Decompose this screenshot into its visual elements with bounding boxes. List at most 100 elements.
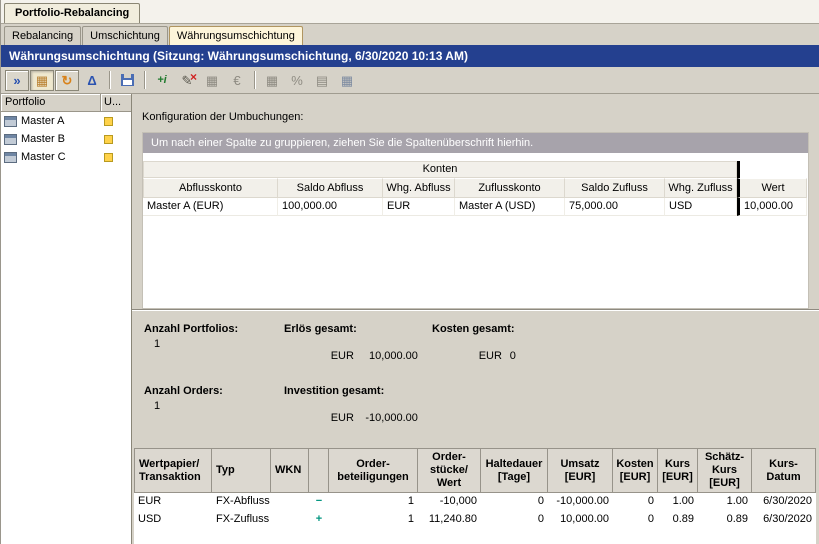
portfolio-column-header[interactable]: Portfolio: [1, 94, 101, 111]
col-whg-zufluss[interactable]: Whg. Zufluss: [665, 178, 737, 198]
euro-button[interactable]: €: [225, 70, 249, 91]
cell-typ: FX-Abfluss: [212, 493, 271, 511]
col-wert[interactable]: Wert: [737, 178, 807, 198]
content-area: Portfolio U... Master A Master B: [1, 94, 819, 544]
col-typ[interactable]: Typ: [212, 448, 271, 493]
col-kosten[interactable]: Kosten [EUR]: [613, 448, 658, 493]
order-row-usd[interactable]: USD FX-Zufluss + 1 11,240.80 0 10,000.00…: [134, 511, 816, 529]
tab-waehrungsumschichtung[interactable]: Währungsumschichtung: [169, 26, 303, 45]
config-label: Konfiguration der Umbuchungen:: [142, 111, 819, 123]
minus-sign-icon: −: [309, 493, 329, 511]
toolbar-separator: [144, 71, 146, 89]
portfolio-icon: [4, 116, 17, 127]
results-section: Anzahl Portfolios: Erlös gesamt: Kosten …: [132, 309, 819, 544]
erloes-label: Erlös gesamt:: [284, 323, 432, 335]
toolbar: » ▦ ↻ Δ +i ✎ ▦ € ▦ % ▤ ▦: [1, 67, 819, 94]
grid-edit-icon: ▦: [36, 74, 48, 87]
calculator-button[interactable]: ▦: [260, 70, 284, 91]
col-wkn[interactable]: WKN: [271, 448, 309, 493]
refresh-button[interactable]: ↻: [55, 70, 79, 91]
double-chevron-icon: »: [13, 74, 20, 87]
toolbar-separator: [109, 71, 111, 89]
cell-whg-zufluss: USD: [665, 198, 737, 216]
config-row[interactable]: Master A (EUR) 100,000.00 EUR Master A (…: [143, 198, 808, 216]
investition-value: EUR-10,000.00: [284, 400, 432, 436]
portfolio-panel-header: Portfolio U...: [1, 94, 131, 112]
col-saldo-abfluss[interactable]: Saldo Abfluss: [278, 178, 383, 198]
col-zuflusskonto[interactable]: Zuflusskonto: [455, 178, 565, 198]
portfolio-icon: [4, 152, 17, 163]
portfolio-row-master-b[interactable]: Master B: [1, 130, 131, 148]
cell-umsatz: -10,000.00: [548, 493, 613, 511]
sub-tab-bar: Rebalancing Umschichtung Währungsumschic…: [1, 24, 819, 45]
config-grid: Um nach einer Spalte zu gruppieren, zieh…: [142, 132, 809, 309]
col-schaetz-kurs[interactable]: Schätz- Kurs [EUR]: [698, 448, 752, 493]
col-kurs[interactable]: Kurs [EUR]: [658, 448, 698, 493]
col-sign[interactable]: [309, 448, 329, 493]
kosten-amount: 0: [502, 350, 516, 362]
preview-button[interactable]: ▤: [310, 70, 334, 91]
cell-zuflusskonto: Master A (USD): [455, 198, 565, 216]
cell-kurs-datum: 6/30/2020: [752, 511, 816, 529]
add-info-button[interactable]: +i: [150, 70, 174, 91]
tab-portfolio-rebalancing[interactable]: Portfolio-Rebalancing: [4, 3, 140, 23]
cell-whg-abfluss: EUR: [383, 198, 455, 216]
tab-umschichtung[interactable]: Umschichtung: [82, 26, 168, 45]
portfolio-row-master-c[interactable]: Master C: [1, 148, 131, 166]
cell-kurs: 1.00: [658, 493, 698, 511]
orders-table: Wertpapier/ Transaktion Typ WKN Order- b…: [134, 448, 816, 529]
erloes-currency: EUR: [331, 350, 354, 362]
col-wertpapier-transaktion[interactable]: Wertpapier/ Transaktion: [134, 448, 212, 493]
portfolios-value: 1: [144, 338, 284, 374]
preview-table-icon: ▤: [316, 74, 328, 87]
tab-rebalancing[interactable]: Rebalancing: [4, 26, 81, 45]
col-saldo-zufluss[interactable]: Saldo Zufluss: [565, 178, 665, 198]
save-button[interactable]: [115, 70, 139, 91]
summary-panel: Anzahl Portfolios: Erlös gesamt: Kosten …: [132, 310, 819, 448]
cell-haltedauer: 0: [481, 511, 548, 529]
portfolio-panel: Portfolio U... Master A Master B: [1, 94, 132, 544]
percent-button[interactable]: %: [285, 70, 309, 91]
cell-orderbeteiligungen: 1: [329, 493, 418, 511]
investition-currency: EUR: [331, 412, 354, 424]
portfolio-row-master-a[interactable]: Master A: [1, 112, 131, 130]
u-column-header[interactable]: U...: [101, 94, 131, 111]
cell-kurs-datum: 6/30/2020: [752, 493, 816, 511]
portfolios-label: Anzahl Portfolios:: [144, 323, 284, 335]
status-indicator: [104, 117, 113, 126]
col-abflusskonto[interactable]: Abflusskonto: [143, 178, 278, 198]
cell-saldo-abfluss: 100,000.00: [278, 198, 383, 216]
portfolio-name: Master C: [21, 151, 66, 163]
expand-button[interactable]: »: [5, 70, 29, 91]
order-row-eur[interactable]: EUR FX-Abfluss − 1 -10,000 0 -10,000.00 …: [134, 493, 816, 511]
kosten-gesamt-value: EUR0: [432, 338, 602, 374]
cell-schaetz-kurs: 1.00: [698, 493, 752, 511]
col-whg-abfluss[interactable]: Whg. Abfluss: [383, 178, 455, 198]
edit-grid-button[interactable]: ▦: [30, 70, 54, 91]
config-grid-empty-area: [143, 216, 808, 308]
cell-schaetz-kurs: 0.89: [698, 511, 752, 529]
col-kurs-datum[interactable]: Kurs- Datum: [752, 448, 816, 493]
calculator-icon: ▦: [266, 74, 278, 87]
col-haltedauer[interactable]: Haltedauer [Tage]: [481, 448, 548, 493]
col-umsatz[interactable]: Umsatz [EUR]: [548, 448, 613, 493]
euro-icon: €: [233, 74, 240, 87]
col-orderbeteiligungen[interactable]: Order- beteiligungen: [329, 448, 418, 493]
investition-amount: -10,000.00: [354, 412, 418, 424]
cell-saldo-zufluss: 75,000.00: [565, 198, 665, 216]
cell-abflusskonto: Master A (EUR): [143, 198, 278, 216]
delta-button[interactable]: Δ: [80, 70, 104, 91]
konten-band-header[interactable]: Konten: [143, 161, 737, 178]
add-info-icon: +i: [157, 75, 166, 86]
portfolio-icon: [4, 134, 17, 145]
cancel-edit-button[interactable]: ✎: [175, 70, 199, 91]
config-grid-header: Konten Abflusskonto Saldo Abfluss Whg. A…: [143, 161, 808, 198]
col-orderstuecke-wert[interactable]: Order- stücke/ Wert: [418, 448, 481, 493]
groupby-dropzone[interactable]: Um nach einer Spalte zu gruppieren, zieh…: [143, 133, 808, 153]
delta-icon: Δ: [87, 74, 96, 87]
chart-button[interactable]: ▦: [200, 70, 224, 91]
grid-button[interactable]: ▦: [335, 70, 359, 91]
status-indicator: [104, 135, 113, 144]
save-disk-icon: [121, 74, 134, 86]
orders-table-header: Wertpapier/ Transaktion Typ WKN Order- b…: [134, 448, 816, 493]
